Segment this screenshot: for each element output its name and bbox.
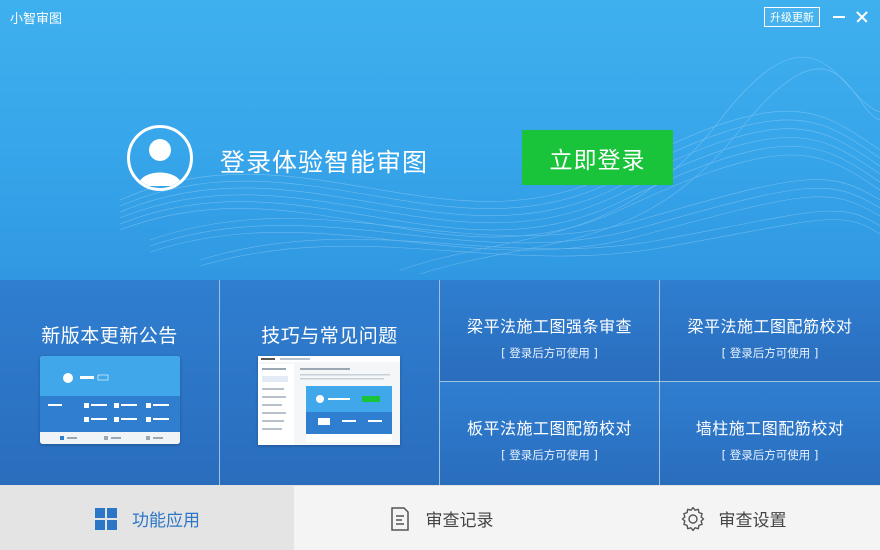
tile-beam-rebar[interactable]: 梁平法施工图配筋校对 [ 登录后方可使用 ] [660, 280, 880, 381]
user-avatar-icon[interactable] [127, 125, 193, 191]
upgrade-button[interactable]: 升级更新 [764, 7, 820, 27]
close-icon[interactable] [854, 9, 870, 25]
tile-wall-rebar[interactable]: 墙柱施工图配筋校对 [ 登录后方可使用 ] [660, 382, 880, 485]
tile-slab-rebar[interactable]: 板平法施工图配筋校对 [ 登录后方可使用 ] [440, 382, 659, 485]
tile-divider [219, 280, 220, 485]
grid-icon [95, 507, 117, 530]
nav-tab-settings[interactable]: 审查设置 [587, 486, 880, 550]
announcement-title: 新版本更新公告 [41, 325, 178, 347]
wall-rebar-note: [ 登录后方可使用 ] [721, 448, 819, 462]
login-button[interactable]: 立即登录 [522, 130, 673, 185]
tile-beam-review[interactable]: 梁平法施工图强条审查 [ 登录后方可使用 ] [440, 280, 659, 381]
faq-thumbnail [258, 356, 400, 445]
bottom-nav: 功能应用 审查记录 审查设置 [0, 485, 880, 550]
beam-review-note: [ 登录后方可使用 ] [501, 346, 598, 360]
header-banner: 小智审图 升级更新 登录体验智能审图 立即登录 [0, 0, 880, 280]
beam-review-title: 梁平法施工图强条审查 [466, 317, 632, 336]
tile-faq[interactable]: 技巧与常见问题 [220, 280, 439, 485]
tile-divider [439, 280, 440, 485]
faq-title: 技巧与常见问题 [261, 325, 398, 347]
slab-rebar-title: 板平法施工图配筋校对 [466, 419, 632, 438]
nav-tab-records-label: 审查记录 [425, 511, 494, 531]
nav-tab-features-label: 功能应用 [132, 511, 200, 531]
login-prompt-text: 登录体验智能审图 [220, 148, 429, 177]
nav-tab-records[interactable]: 审查记录 [294, 486, 587, 550]
tile-divider [659, 280, 660, 485]
gear-icon [681, 506, 704, 531]
tile-announcement[interactable]: 新版本更新公告 [0, 280, 219, 485]
minimize-icon[interactable] [831, 9, 847, 25]
feature-tiles: 新版本更新公告 技巧与常见问题 梁平法施工图强条审查 [登录后方可使用] 梁… [0, 280, 880, 485]
announcement-thumbnail [40, 356, 180, 444]
beam-rebar-title: 梁平法施工图配筋校对 [687, 317, 853, 336]
beam-rebar-note: [ 登录后方可使用 ] [721, 346, 819, 360]
wall-rebar-title: 墙柱施工图配筋校对 [695, 419, 845, 438]
nav-tab-features[interactable]: 功能应用 [0, 486, 294, 550]
slab-rebar-note: [ 登录后方可使用 ] [501, 448, 598, 462]
tile-divider [440, 381, 880, 382]
document-icon [390, 506, 409, 531]
app-title: 小智审图 [10, 12, 63, 27]
nav-tab-settings-label: 审查设置 [718, 511, 787, 531]
